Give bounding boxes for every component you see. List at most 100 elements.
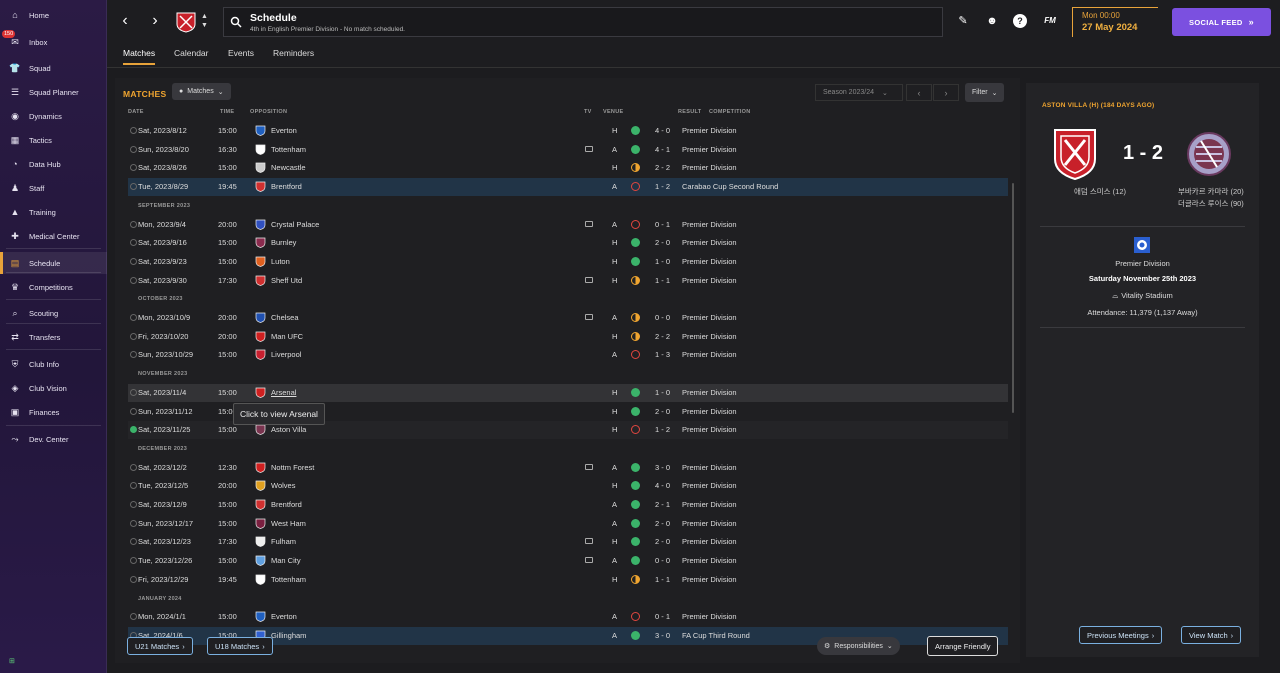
u21-matches-button[interactable]: U21 Matches › (127, 637, 193, 655)
col-time[interactable]: TIME (220, 109, 234, 115)
opposition-crest-icon[interactable] (255, 275, 266, 286)
sidebar-item-club-info[interactable]: ⛨ Club Info (0, 353, 107, 375)
opposition-name[interactable]: Wolves (271, 481, 295, 490)
table-row[interactable]: Mon, 2024/1/1 15:00 Everton A 0 - 1 Premier D… (128, 608, 1008, 626)
sidebar-item-competitions[interactable]: ♛ Competitions (0, 276, 107, 298)
opposition-name[interactable]: Luton (271, 257, 290, 266)
col-result[interactable]: RESULT (678, 109, 701, 115)
table-row[interactable]: Sat, 2023/9/16 15:00 Burnley H 2 - 0 Premier … (128, 234, 1008, 252)
back-button[interactable]: ‹ (117, 12, 133, 30)
opposition-name[interactable]: Sheff Utd (271, 276, 302, 285)
opposition-crest-icon[interactable] (255, 387, 266, 398)
sidebar-item-club-vision[interactable]: ◈ Club Vision (0, 377, 107, 399)
sidebar-item-inbox[interactable]: ✉ Inbox (0, 31, 107, 53)
home-crest-icon[interactable] (1052, 127, 1098, 181)
opposition-crest-icon[interactable] (255, 256, 266, 267)
sidebar-item-schedule[interactable]: ▤ Schedule (0, 252, 107, 274)
opposition-name[interactable]: Man City (271, 556, 301, 565)
table-row[interactable]: Mon, 2023/10/9 20:00 Chelsea A 0 - 0 Premier … (128, 309, 1008, 327)
social-feed-button[interactable]: SOCIAL FEED » (1172, 8, 1271, 36)
table-row[interactable]: Sat, 2023/12/23 17:30 Fulham H 2 - 0 Premier … (128, 533, 1008, 551)
sidebar-item-squad-planner[interactable]: ☰ Squad Planner (0, 81, 107, 103)
fm-menu-icon[interactable]: FM (1041, 14, 1059, 28)
previous-meetings-button[interactable]: Previous Meetings › (1079, 626, 1163, 644)
sidebar-item-staff[interactable]: ♟ Staff (0, 177, 107, 199)
opposition-crest-icon[interactable] (255, 144, 266, 155)
tab-events[interactable]: Events (228, 48, 254, 63)
opposition-crest-icon[interactable] (255, 574, 266, 585)
opposition-name[interactable]: Tottenham (271, 145, 306, 154)
table-row[interactable]: Sun, 2023/8/20 16:30 Tottenham A 4 - 1 Premie… (128, 141, 1008, 159)
opposition-crest-icon[interactable] (255, 219, 266, 230)
edit-icon[interactable]: ✎ (956, 14, 970, 28)
next-page-button[interactable]: › (933, 84, 959, 101)
opposition-name[interactable]: Everton (271, 612, 297, 621)
opposition-crest-icon[interactable] (255, 181, 266, 192)
help-icon[interactable]: ? (1013, 14, 1027, 28)
sidebar-item-data-hub[interactable]: ◔ Data Hub (0, 153, 107, 175)
search-box[interactable]: Schedule 4th in English Premier Division… (223, 7, 943, 37)
sidebar-item-finances[interactable]: ▣ Finances (0, 401, 107, 423)
opposition-name[interactable]: Brentford (271, 500, 302, 509)
season-selector[interactable]: Season 2023/24 ⌄ (815, 84, 903, 101)
opposition-crest-icon[interactable] (255, 162, 266, 174)
table-row[interactable]: Tue, 2023/8/29 19:45 Brentford A 1 - 2 Caraba… (128, 178, 1008, 197)
sidebar-item-home[interactable]: ⌂ Home (0, 4, 107, 26)
scrollbar[interactable] (1012, 183, 1014, 413)
opposition-name[interactable]: Man UFC (271, 332, 303, 341)
prev-page-button[interactable]: ‹ (906, 84, 932, 101)
arrange-friendly-button[interactable]: Arrange Friendly (927, 636, 999, 656)
col-venue[interactable]: VENUE (603, 109, 623, 115)
matches-dropdown[interactable]: ● Matches ⌄ (172, 83, 231, 100)
sidebar-item-dev-center[interactable]: ⤳ Dev. Center (0, 428, 107, 450)
opposition-crest-icon[interactable] (255, 237, 266, 249)
responsibilities-button[interactable]: ⚙ Responsibilities ⌄ (817, 637, 900, 655)
tab-matches[interactable]: Matches (123, 48, 156, 65)
table-row[interactable]: Sat, 2023/12/9 15:00 Brentford A 2 - 1 Premie… (128, 496, 1008, 514)
opposition-name[interactable]: Aston Villa (271, 425, 306, 434)
mascot-icon[interactable]: ☻ (985, 14, 999, 28)
club-crest-icon[interactable] (175, 11, 197, 33)
sidebar-item-transfers[interactable]: ⇄ Transfers (0, 326, 107, 348)
sidebar-item-dynamics[interactable]: ◉ Dynamics (0, 105, 107, 127)
tab-calendar[interactable]: Calendar (174, 48, 209, 63)
opposition-name[interactable]: Nottm Forest (271, 463, 314, 472)
opposition-crest-icon[interactable] (255, 499, 266, 510)
opposition-name[interactable]: Arsenal (271, 388, 296, 397)
opposition-crest-icon[interactable] (255, 611, 266, 623)
opposition-crest-icon[interactable] (255, 462, 266, 473)
u18-matches-button[interactable]: U18 Matches › (207, 637, 273, 655)
col-tv[interactable]: TV (584, 109, 592, 115)
view-match-button[interactable]: View Match › (1181, 626, 1242, 644)
table-row[interactable]: Sat, 2023/12/2 12:30 Nottm Forest A 3 - 0 Pre… (128, 459, 1008, 477)
opposition-name[interactable]: Chelsea (271, 313, 299, 322)
opposition-name[interactable]: Liverpool (271, 350, 301, 359)
opposition-crest-icon[interactable] (255, 424, 266, 436)
opposition-name[interactable]: Brentford (271, 182, 302, 191)
bottom-status-icon[interactable]: ⊞ (9, 657, 15, 665)
table-row[interactable]: Sun, 2023/10/29 15:00 Liverpool A 1 - 3 Premi… (128, 346, 1008, 364)
opposition-name[interactable]: Tottenham (271, 575, 306, 584)
table-row[interactable]: Sat, 2023/9/30 17:30 Sheff Utd H 1 - 1 Premie… (128, 272, 1008, 290)
col-opposition[interactable]: OPPOSITION (250, 109, 287, 115)
table-row[interactable]: Sat, 2023/11/4 15:00 Arsenal H 1 - 0 Premier … (128, 383, 1008, 402)
sidebar-item-squad[interactable]: 👕 Squad (0, 57, 107, 79)
table-row[interactable]: Tue, 2023/12/5 20:00 Wolves H 4 - 0 Premier D… (128, 477, 1008, 495)
club-switch-chevrons-icon[interactable]: ▲ ▼ (201, 12, 208, 30)
forward-button[interactable]: › (147, 12, 163, 30)
opposition-name[interactable]: Crystal Palace (271, 220, 319, 229)
game-date[interactable]: Mon 00:00 27 May 2024 (1072, 7, 1158, 37)
opposition-crest-icon[interactable] (255, 480, 266, 492)
opposition-crest-icon[interactable] (255, 125, 266, 136)
away-crest-icon[interactable] (1186, 127, 1232, 181)
table-row[interactable]: Sat, 2023/9/23 15:00 Luton H 1 - 0 Premier Di… (128, 253, 1008, 271)
opposition-crest-icon[interactable] (255, 555, 266, 566)
opposition-name[interactable]: Newcastle (271, 163, 306, 172)
table-row[interactable]: Sat, 2023/8/12 15:00 Everton H 4 - 0 Premier … (128, 122, 1008, 140)
opposition-crest-icon[interactable] (255, 536, 266, 548)
opposition-name[interactable]: Burnley (271, 238, 296, 247)
filter-button[interactable]: Filter ⌄ (965, 83, 1005, 102)
sidebar-item-medical-center[interactable]: ✚ Medical Center (0, 225, 107, 247)
opposition-crest-icon[interactable] (255, 518, 266, 529)
tab-reminders[interactable]: Reminders (273, 48, 314, 63)
